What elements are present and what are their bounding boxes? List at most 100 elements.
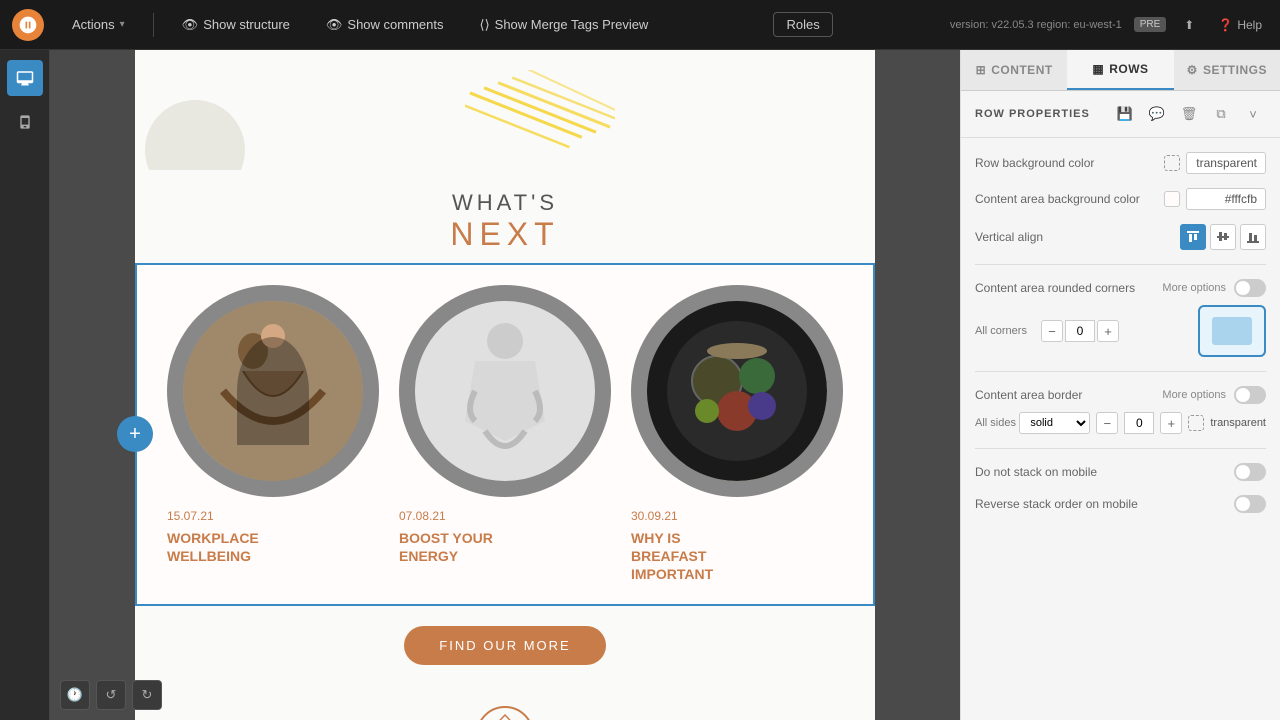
valign-top-button[interactable] — [1180, 224, 1206, 250]
border-style-select[interactable]: solid dashed dotted — [1019, 412, 1090, 434]
email-top-section — [135, 50, 875, 170]
topbar-right: version: v22.05.3 region: eu-west-1 PRE … — [950, 14, 1268, 36]
article-card-1: 15.07.21 WORKPLACE WELLBEING — [167, 285, 379, 584]
actions-button[interactable]: Actions ▾ — [64, 13, 133, 36]
divider-2 — [975, 371, 1266, 372]
border-width-input[interactable] — [1124, 412, 1154, 434]
border-header-row: Content area border More options — [975, 386, 1266, 404]
reverse-stack-row: Reverse stack order on mobile — [975, 495, 1266, 513]
cta-button[interactable]: FIND OUR MORE — [404, 626, 605, 665]
panel-tabs: ⊞ CONTENT ▦ ROWS ⚙ SETTINGS — [961, 50, 1280, 91]
row-bg-color-label: Row background color — [975, 156, 1164, 170]
article-img-1 — [167, 285, 379, 497]
eye-icon: 👁 — [182, 17, 199, 33]
article-card-2: 07.08.21 BOOST YOUR ENERGY — [399, 285, 611, 584]
row-bg-color-row: Row background color transparent — [975, 152, 1266, 174]
valign-bottom-icon — [1246, 230, 1260, 244]
valign-middle-icon — [1216, 230, 1230, 244]
tab-rows[interactable]: ▦ ROWS — [1067, 50, 1173, 90]
yellow-lines-decoration — [465, 70, 615, 160]
bottom-logo — [475, 705, 535, 720]
corners-section: Content area rounded corners More option… — [975, 279, 1266, 357]
corners-increase-button[interactable]: + — [1097, 320, 1119, 342]
delete-row-button[interactable]: 🗑 — [1176, 101, 1202, 127]
corners-value-input[interactable] — [1065, 320, 1095, 342]
content-row[interactable]: 💬 💾 🗑 ⧉ + — [135, 263, 875, 606]
eye-icon-2: 👁 — [326, 17, 343, 33]
row-properties-header: ROW PROPERTIES 💾 💬 🗑 ⧉ ˅ — [961, 91, 1280, 138]
show-comments-button[interactable]: 👁 Show comments — [318, 13, 452, 37]
separator-1 — [153, 13, 154, 37]
content-area-bg-value[interactable]: #fffcfb — [1164, 188, 1266, 210]
article-card-3: 30.09.21 WHY IS BREAFAST IMPORTANT — [631, 285, 843, 584]
history-icon: 🕐 — [67, 687, 83, 703]
tab-content[interactable]: ⊞ CONTENT — [961, 50, 1067, 90]
copy-row-button[interactable]: ⧉ — [1208, 101, 1234, 127]
food-image — [647, 301, 827, 481]
article-date-3: 30.09.21 — [631, 509, 843, 523]
article-date-2: 07.08.21 — [399, 509, 611, 523]
whats-label: WHAT'S — [135, 190, 875, 216]
valign-bottom-button[interactable] — [1240, 224, 1266, 250]
undo-button[interactable]: ↺ — [96, 680, 126, 710]
content-tab-label: CONTENT — [991, 63, 1053, 77]
valign-middle-button[interactable] — [1210, 224, 1236, 250]
mobile-stack-row: Do not stack on mobile — [975, 463, 1266, 481]
topbar-center: Roles — [676, 12, 930, 37]
border-controls: solid dashed dotted − + transparent — [1019, 412, 1266, 434]
canvas-area[interactable]: 🕐 ↺ ↻ — [50, 50, 960, 720]
help-label: Help — [1237, 18, 1262, 32]
divider-1 — [975, 264, 1266, 265]
border-width-decrease-button[interactable]: − — [1096, 412, 1118, 434]
show-comments-label: Show comments — [347, 17, 443, 32]
article-title-1: WORKPLACE WELLBEING — [167, 529, 379, 565]
mobile-stack-toggle[interactable] — [1234, 463, 1266, 481]
row-bg-color-value[interactable]: transparent — [1164, 152, 1266, 174]
show-structure-button[interactable]: 👁 Show structure — [174, 13, 298, 37]
redo-button[interactable]: ↻ — [132, 680, 162, 710]
show-merge-tags-label: Show Merge Tags Preview — [495, 17, 649, 32]
save-row-button[interactable]: 💾 — [1112, 101, 1138, 127]
corners-preview — [1198, 305, 1266, 357]
redo-icon: ↻ — [142, 687, 153, 703]
desktop-view-button[interactable] — [7, 60, 43, 96]
app-logo[interactable] — [12, 9, 44, 41]
article-date-1: 15.07.21 — [167, 509, 379, 523]
vertical-align-label: Vertical align — [975, 230, 1180, 244]
all-sides-label: All sides — [975, 417, 1016, 429]
history-button[interactable]: 🕐 — [60, 680, 90, 710]
border-width-increase-button[interactable]: + — [1160, 412, 1182, 434]
right-panel: ⊞ CONTENT ▦ ROWS ⚙ SETTINGS ROW PROPERTI… — [960, 50, 1280, 720]
bottom-section — [135, 685, 875, 720]
yoga-image — [183, 301, 363, 481]
upload-button[interactable]: ⬆ — [1178, 14, 1200, 36]
article-img-3 — [631, 285, 843, 497]
corners-more-options: More options — [1162, 282, 1226, 294]
border-toggle[interactable] — [1234, 386, 1266, 404]
meditation-image — [415, 301, 595, 481]
collapse-row-button[interactable]: ˅ — [1240, 101, 1266, 127]
reverse-stack-toggle[interactable] — [1234, 495, 1266, 513]
comment-row-button[interactable]: 💬 — [1144, 101, 1170, 127]
border-controls-row: All sides solid dashed dotted − + transp… — [975, 412, 1266, 434]
content-area-bg-row: Content area background color #fffcfb — [975, 188, 1266, 210]
corners-decrease-button[interactable]: − — [1041, 320, 1063, 342]
add-element-button[interactable]: + — [117, 416, 153, 452]
tab-settings[interactable]: ⚙ SETTINGS — [1174, 50, 1280, 90]
help-button[interactable]: ❓ Help — [1212, 14, 1268, 36]
actions-arrow: ▾ — [120, 19, 125, 30]
content-tab-icon: ⊞ — [976, 63, 987, 77]
valign-top-icon — [1186, 230, 1200, 244]
corners-header: Content area rounded corners More option… — [975, 279, 1266, 297]
show-merge-tags-button[interactable]: ⟨⟩ Show Merge Tags Preview — [472, 13, 657, 37]
row-bg-color-swatch[interactable] — [1164, 155, 1180, 171]
topbar: Actions ▾ 👁 Show structure 👁 Show commen… — [0, 0, 1280, 50]
corners-toggle[interactable] — [1234, 279, 1266, 297]
header-icons: 💾 💬 🗑 ⧉ ˅ — [1112, 101, 1266, 127]
border-section: Content area border More options All sid… — [975, 386, 1266, 434]
content-area-bg-swatch[interactable] — [1164, 191, 1180, 207]
border-color-swatch[interactable] — [1188, 415, 1204, 431]
mobile-view-button[interactable] — [7, 104, 43, 140]
roles-button[interactable]: Roles — [773, 12, 832, 37]
undo-icon: ↺ — [106, 687, 117, 703]
